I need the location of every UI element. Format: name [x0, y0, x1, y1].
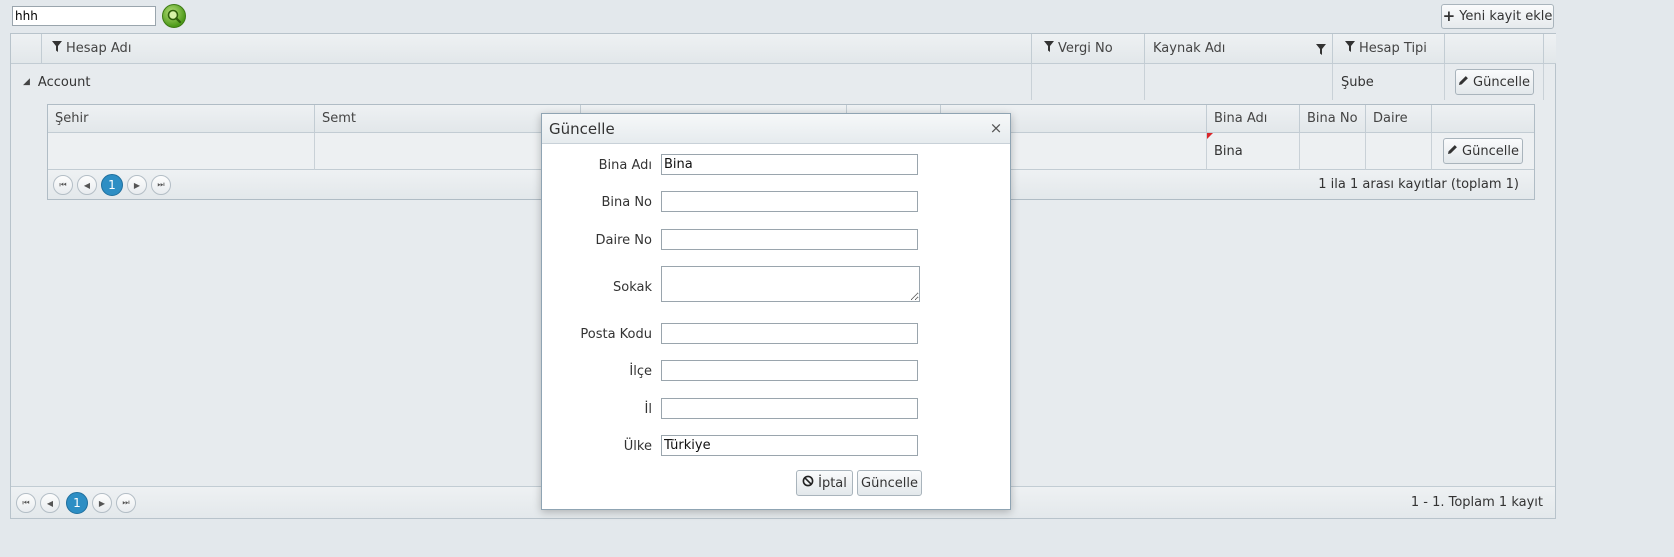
- column-header-kaynak-adi[interactable]: Kaynak Adı: [1145, 34, 1333, 64]
- filter-icon[interactable]: [52, 41, 62, 56]
- prev-page-icon: ◀: [83, 180, 91, 190]
- dialog-title-bar[interactable]: Güncelle: [542, 114, 1010, 144]
- cell-actions: Güncelle: [1432, 133, 1534, 170]
- column-header-label: Vergi No: [1058, 41, 1113, 56]
- search-input[interactable]: [12, 6, 156, 26]
- current-page-button[interactable]: 1: [66, 492, 88, 514]
- cancel-icon: [802, 475, 814, 491]
- column-header-vergi-no[interactable]: Vergi No: [1032, 34, 1145, 64]
- filter-icon[interactable]: [1345, 41, 1355, 56]
- edit-address-button[interactable]: Güncelle: [1443, 138, 1523, 164]
- submit-label: Güncelle: [861, 475, 918, 491]
- field-label-il: İl: [644, 402, 652, 417]
- sokak-textarea[interactable]: [661, 266, 920, 302]
- column-header-label: Semt: [322, 111, 357, 126]
- triangle-down-icon[interactable]: ◢: [23, 77, 30, 87]
- first-page-icon: ⏮: [22, 498, 30, 507]
- submit-update-button[interactable]: Güncelle: [857, 470, 922, 496]
- prev-page-button[interactable]: ◀: [40, 493, 60, 513]
- pager-info: 1 - 1. Toplam 1 kayıt: [1410, 495, 1543, 510]
- column-header-hesap-tipi[interactable]: Hesap Tipi: [1333, 34, 1445, 64]
- add-record-label: Yeni kayit ekle: [1459, 9, 1553, 24]
- posta-kodu-input[interactable]: [661, 323, 918, 344]
- last-page-button[interactable]: ⏭: [116, 493, 136, 513]
- dirty-marker: [1207, 133, 1213, 139]
- first-page-button[interactable]: ⏮: [53, 175, 73, 195]
- column-header-label: Hesap Adı: [66, 41, 132, 56]
- column-header-sehir[interactable]: Şehir: [48, 105, 315, 133]
- field-label-ulke: Ülke: [623, 439, 652, 454]
- plus-icon: +: [1442, 7, 1456, 25]
- pencil-icon: [1458, 75, 1469, 90]
- field-label-ilce: İlçe: [629, 364, 652, 379]
- first-page-icon: ⏮: [59, 180, 67, 189]
- prev-page-button[interactable]: ◀: [77, 175, 97, 195]
- pencil-icon: [1447, 144, 1458, 159]
- current-page-label: 1: [73, 496, 81, 510]
- current-page-button[interactable]: 1: [101, 174, 123, 196]
- field-label-bina-no: Bina No: [601, 195, 652, 210]
- prev-page-icon: ◀: [46, 498, 54, 508]
- first-page-button[interactable]: ⏮: [16, 493, 36, 513]
- cell-sehir: [48, 133, 315, 170]
- bina-no-input[interactable]: [661, 191, 918, 212]
- column-header-label: Hesap Tipi: [1359, 41, 1427, 56]
- cell-hesap-adi: ◢ Account: [11, 64, 1032, 100]
- cell-kaynak-adi: [1145, 64, 1333, 100]
- column-header-daire[interactable]: Daire: [1366, 105, 1432, 133]
- last-page-icon: ⏭: [157, 180, 165, 189]
- last-page-icon: ⏭: [122, 498, 130, 507]
- cell-bina-adi: Bina: [1207, 133, 1300, 170]
- column-header-bina-no[interactable]: Bina No: [1300, 105, 1366, 133]
- account-name: Account: [37, 74, 91, 90]
- close-icon[interactable]: ×: [988, 119, 1004, 137]
- next-page-icon: ▶: [133, 180, 141, 190]
- column-header-actions: [1432, 105, 1534, 133]
- cell-bina-no: [1300, 133, 1366, 170]
- field-label-bina-adi: Bina Adı: [598, 158, 652, 173]
- edit-dialog: Güncelle × Bina Adı Bina No Daire No Sok…: [541, 113, 1011, 510]
- cancel-label: İptal: [818, 475, 847, 491]
- pager-info: 1 ila 1 arası kayıtlar (toplam 1): [1318, 177, 1519, 192]
- current-page-label: 1: [108, 178, 116, 192]
- column-header-label: Kaynak Adı: [1153, 41, 1226, 56]
- column-header-actions: [1445, 34, 1544, 64]
- bina-adi-input[interactable]: [661, 154, 918, 175]
- next-page-button[interactable]: ▶: [92, 493, 112, 513]
- column-header-label: Daire: [1373, 111, 1408, 126]
- cell-vergi-no: [1032, 64, 1145, 100]
- header-scroll-spacer: [1544, 34, 1556, 64]
- cell-daire: [1366, 133, 1432, 170]
- ilce-input[interactable]: [661, 360, 918, 381]
- il-input[interactable]: [661, 398, 918, 419]
- cancel-button[interactable]: İptal: [796, 470, 853, 496]
- header-spacer: [11, 34, 42, 64]
- field-label-sokak: Sokak: [613, 280, 652, 295]
- column-header-hesap-adi[interactable]: Hesap Adı: [42, 34, 1032, 64]
- cell-value: Şube: [1341, 74, 1374, 90]
- field-label-daire-no: Daire No: [595, 233, 652, 248]
- dialog-title: Güncelle: [549, 119, 615, 138]
- cell-value: Bina: [1214, 143, 1243, 159]
- magnifier-icon: [167, 9, 182, 24]
- column-header-bina-adi[interactable]: Bina Adı: [1207, 105, 1300, 133]
- column-header-label: Şehir: [55, 111, 89, 126]
- edit-account-button[interactable]: Güncelle: [1454, 69, 1534, 95]
- column-header-label: Bina Adı: [1214, 111, 1268, 126]
- cell-hesap-tipi: Şube: [1333, 64, 1445, 100]
- daire-no-input[interactable]: [661, 229, 918, 250]
- search-button[interactable]: [162, 4, 186, 28]
- column-header-label: Bina No: [1307, 111, 1358, 126]
- next-page-button[interactable]: ▶: [127, 175, 147, 195]
- cell-actions: Güncelle: [1445, 64, 1544, 100]
- edit-label: Güncelle: [1473, 74, 1530, 90]
- edit-label: Güncelle: [1462, 143, 1519, 159]
- filter-icon[interactable]: [1044, 41, 1054, 56]
- add-record-button[interactable]: + Yeni kayit ekle: [1441, 4, 1554, 29]
- field-label-posta-kodu: Posta Kodu: [580, 327, 652, 342]
- ulke-input[interactable]: [661, 435, 918, 456]
- next-page-icon: ▶: [98, 498, 106, 508]
- filter-icon[interactable]: [1316, 44, 1326, 59]
- last-page-button[interactable]: ⏭: [151, 175, 171, 195]
